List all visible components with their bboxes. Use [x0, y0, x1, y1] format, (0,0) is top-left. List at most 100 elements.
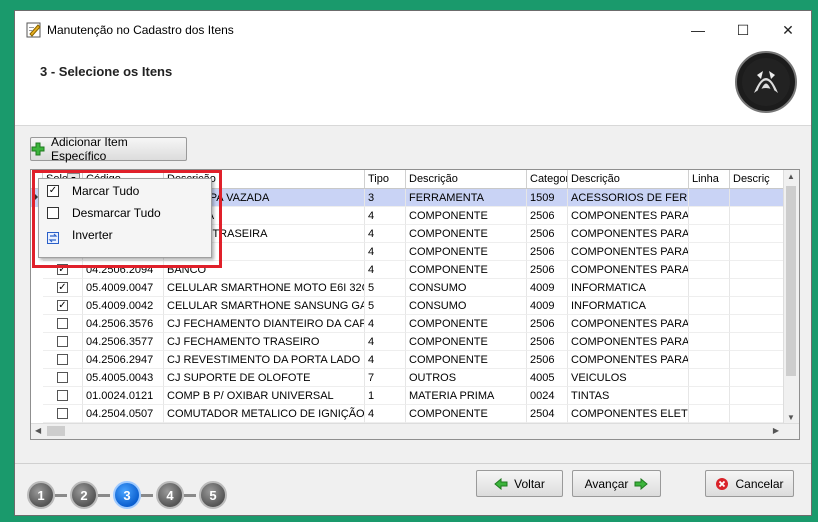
cell-selecionar: [43, 351, 83, 369]
cell-linha-descricao: [730, 261, 786, 279]
cell-descricao: BANCO: [164, 261, 365, 279]
window-title: Manutenção no Cadastro dos Itens: [47, 23, 234, 37]
vertical-scrollbar[interactable]: ▲ ▼: [783, 170, 799, 424]
cell-categoria-descricao: INFORMATICA: [568, 279, 689, 297]
cell-selecionar: [43, 387, 83, 405]
cell-categoria-descricao: COMPONENTES PARA PR: [568, 315, 689, 333]
cell-linha: [689, 351, 730, 369]
cell-tipo: 4: [365, 261, 406, 279]
cell-linha: [689, 333, 730, 351]
cell-categoria-descricao: INFORMATICA: [568, 297, 689, 315]
cell-descricao: CJ FECHAMENTO DIANTEIRO DA CARRE: [164, 315, 365, 333]
cell-selecionar: ✓: [43, 297, 83, 315]
step-indicator-3: 3: [113, 481, 141, 509]
step-connector: [55, 494, 67, 497]
table-row[interactable]: 04.2504.0507 COMUTADOR METALICO DE IGNIÇÃ…: [31, 405, 799, 423]
close-button[interactable]: ✕: [765, 11, 811, 49]
checkbox-unchecked[interactable]: [57, 408, 68, 419]
cell-selecionar: [43, 315, 83, 333]
col-header-tipo[interactable]: Tipo: [365, 170, 406, 188]
menu-item-select-all[interactable]: ✓ Marcar Tudo: [39, 180, 211, 202]
cell-linha: [689, 261, 730, 279]
cell-tipo: 4: [365, 225, 406, 243]
next-button[interactable]: Avançar: [572, 470, 661, 497]
checked-box-icon: ✓: [47, 185, 59, 197]
cell-categoria-descricao: COMPONENTES PARA PR: [568, 351, 689, 369]
step-connector: [98, 494, 110, 497]
cell-categoria-descricao: COMPONENTES PARA PR: [568, 261, 689, 279]
col-header-categoria[interactable]: Categor: [527, 170, 568, 188]
cancel-button[interactable]: Cancelar: [705, 470, 794, 497]
scroll-up-icon[interactable]: ▲: [787, 172, 795, 181]
table-row[interactable]: 04.2506.3577 CJ FECHAMENTO TRASEIRO 4 COMPO…: [31, 333, 799, 351]
scroll-thumb[interactable]: [786, 186, 796, 376]
company-logo: [735, 51, 797, 113]
add-item-button[interactable]: Adicionar Item Específico: [30, 135, 187, 163]
footer-divider: [15, 463, 811, 464]
cell-descricao: CJ FECHAMENTO TRASEIRO: [164, 333, 365, 351]
scroll-left-icon[interactable]: ◀: [35, 426, 41, 435]
step-indicator-4: 4: [156, 481, 184, 509]
checkbox-unchecked[interactable]: [57, 354, 68, 365]
cell-categoria-descricao: COMPONENTES ELETRIC: [568, 405, 689, 423]
table-row[interactable]: ✓ 05.4009.0042 CELULAR SMARTHONE SANSUNG G…: [31, 297, 799, 315]
cell-linha: [689, 297, 730, 315]
cell-tipo-descricao: COMPONENTE: [406, 225, 527, 243]
checkbox-checked[interactable]: ✓: [57, 264, 68, 275]
scroll-down-icon[interactable]: ▼: [787, 413, 795, 422]
horizontal-scrollbar[interactable]: ◀ ▶: [31, 423, 799, 439]
maximize-icon: ☐: [736, 21, 750, 38]
context-menu: ✓ Marcar Tudo Desmarcar Tudo Inverter: [38, 178, 212, 258]
cell-codigo: 04.2506.2947: [83, 351, 164, 369]
table-row[interactable]: 05.4005.0043 CJ SUPORTE DE OLOFOTE 7 OUTROS…: [31, 369, 799, 387]
hscroll-thumb[interactable]: [47, 426, 65, 436]
checkbox-unchecked[interactable]: [57, 390, 68, 401]
minimize-icon: —: [691, 22, 705, 38]
col-header-linha[interactable]: Linha: [689, 170, 730, 188]
table-row[interactable]: 01.0024.0121 COMP B P/ OXIBAR UNIVERSAL 1 M…: [31, 387, 799, 405]
cell-tipo: 5: [365, 297, 406, 315]
cell-linha: [689, 369, 730, 387]
back-button[interactable]: Voltar: [476, 470, 563, 497]
table-row[interactable]: ✓ 04.2506.2094 BANCO 4 COMPONENTE 2506 COMPONE…: [31, 261, 799, 279]
cell-tipo-descricao: FERRAMENTA: [406, 189, 527, 207]
menu-item-invert[interactable]: Inverter: [39, 224, 211, 246]
cell-linha: [689, 387, 730, 405]
menu-item-deselect-all[interactable]: Desmarcar Tudo: [39, 202, 211, 224]
checkbox-unchecked[interactable]: [57, 336, 68, 347]
checkbox-unchecked[interactable]: [57, 318, 68, 329]
checkbox-unchecked[interactable]: [57, 372, 68, 383]
logo-emblem-icon: [742, 58, 790, 106]
cell-descricao: CELULAR SMARTHONE MOTO E6I 32GB: [164, 279, 365, 297]
wizard-header: 3 - Selecione os Itens: [15, 49, 811, 126]
cell-linha: [689, 189, 730, 207]
arrow-right-icon: [634, 477, 649, 490]
table-row[interactable]: 04.2506.3576 CJ FECHAMENTO DIANTEIRO DA C…: [31, 315, 799, 333]
add-item-label: Adicionar Item Específico: [51, 135, 128, 163]
checkbox-checked[interactable]: ✓: [57, 282, 68, 293]
cell-tipo-descricao: CONSUMO: [406, 279, 527, 297]
table-row[interactable]: ✓ 05.4009.0047 CELULAR SMARTHONE MOTO E6I …: [31, 279, 799, 297]
minimize-button[interactable]: —: [675, 11, 721, 49]
invert-icon: [47, 229, 59, 244]
table-row[interactable]: 04.2506.2947 CJ REVESTIMENTO DA PORTA LAD…: [31, 351, 799, 369]
cell-linha-descricao: [730, 279, 786, 297]
col-header-categoria-descricao[interactable]: Descrição: [568, 170, 689, 188]
cell-tipo: 7: [365, 369, 406, 387]
checkbox-checked[interactable]: ✓: [57, 300, 68, 311]
cell-codigo: 05.4009.0042: [83, 297, 164, 315]
plus-icon: [31, 142, 45, 156]
col-header-linha-descricao[interactable]: Descriç: [730, 170, 786, 188]
step-indicator-5: 5: [199, 481, 227, 509]
cell-tipo: 4: [365, 333, 406, 351]
cell-categoria-descricao: COMPONENTES PARA PR: [568, 333, 689, 351]
cell-tipo: 1: [365, 387, 406, 405]
maximize-button[interactable]: ☐: [720, 11, 766, 49]
cell-codigo: 05.4009.0047: [83, 279, 164, 297]
col-header-tipo-descricao[interactable]: Descrição: [406, 170, 527, 188]
scroll-right-icon[interactable]: ▶: [773, 426, 779, 435]
cell-linha-descricao: [730, 351, 786, 369]
step-connector: [184, 494, 196, 497]
cell-descricao: CJ REVESTIMENTO DA PORTA LADO ESQ: [164, 351, 365, 369]
cell-codigo: 05.4005.0043: [83, 369, 164, 387]
